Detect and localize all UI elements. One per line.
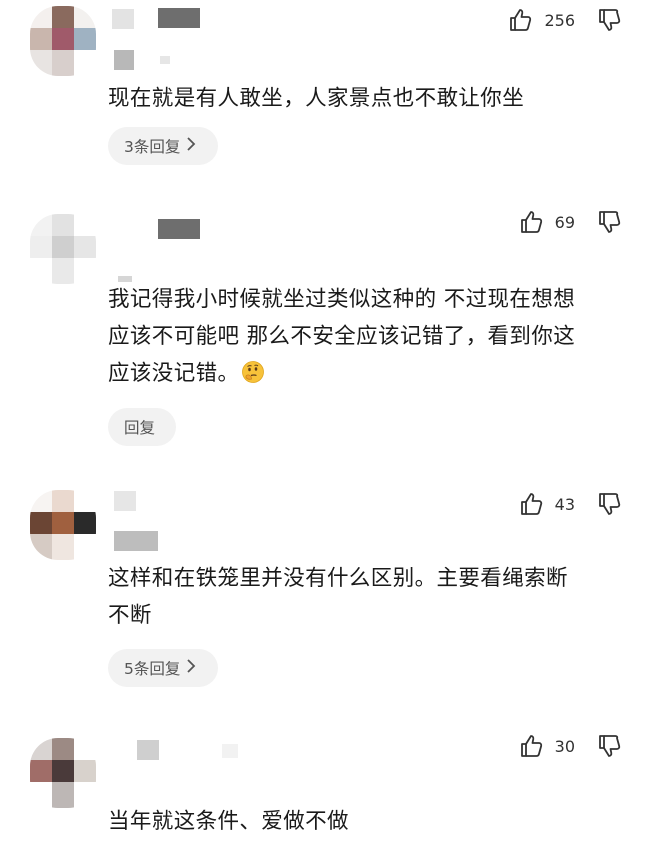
thinking-face-icon (241, 359, 265, 396)
user-badge-blurred (114, 50, 134, 70)
like-count: 30 (554, 736, 575, 756)
comment-text: 这样和在铁笼里并没有什么区别。主要看绳索断 不断 (108, 560, 629, 634)
like-button[interactable]: 69 (519, 209, 597, 235)
dislike-button[interactable] (597, 491, 623, 517)
like-count: 43 (554, 494, 575, 514)
comment-text-line: 这样和在铁笼里并没有什么区别。主要看绳索断 (108, 566, 568, 591)
avatar[interactable] (30, 6, 96, 76)
reply-count-label: 3条回复 (124, 138, 181, 156)
comment-actions: 43 (519, 490, 623, 518)
comment-text-segment: 应该没记错。 (108, 361, 240, 386)
reply-label: 回复 (124, 419, 156, 437)
dislike-button[interactable] (597, 733, 623, 759)
comment-text: 当年就这条件、爱做不做 (108, 809, 349, 834)
comment-text-line: 应该没记错。 (108, 355, 629, 396)
username-blurred[interactable] (158, 8, 200, 28)
thumbs-down-icon (597, 209, 623, 235)
avatar[interactable] (30, 214, 96, 284)
comment-actions: 69 (519, 208, 623, 236)
thumbs-up-icon (519, 491, 545, 517)
comment-text: 现在就是有人敢坐，人家景点也不敢让你坐 (108, 86, 525, 111)
thumbs-down-icon (597, 491, 623, 517)
thumbs-up-icon (519, 209, 545, 235)
thumbs-up-icon (508, 7, 534, 33)
comment-actions: 30 (519, 732, 623, 760)
thumbs-down-icon (597, 7, 623, 33)
comment-actions: 256 (508, 6, 623, 34)
reply-button[interactable]: 回复 (108, 408, 176, 446)
like-count: 256 (544, 10, 575, 30)
view-replies-button[interactable]: 3条回复 (108, 127, 218, 165)
user-badge-blurred (160, 56, 170, 64)
like-button[interactable]: 43 (519, 491, 597, 517)
comment-text-line: 应该不可能吧 那么不安全应该记错了，看到你这 (108, 324, 576, 349)
like-button[interactable]: 30 (519, 733, 597, 759)
reply-count-label: 5条回复 (124, 660, 181, 678)
view-replies-button[interactable]: 5条回复 (108, 649, 218, 687)
avatar[interactable] (30, 490, 96, 560)
thumbs-up-icon (519, 733, 545, 759)
dislike-button[interactable] (597, 7, 623, 33)
comment-text-line: 不断 (108, 603, 152, 628)
comment-text: 我记得我小时候就坐过类似这种的 不过现在想想 应该不可能吧 那么不安全应该记错了… (108, 281, 629, 396)
username-blurred[interactable] (222, 744, 238, 758)
like-button[interactable]: 256 (508, 7, 597, 33)
username-blurred[interactable] (158, 219, 200, 239)
user-badge-blurred (114, 531, 158, 551)
like-count: 69 (554, 212, 575, 232)
username-blurred[interactable] (112, 9, 134, 29)
thumbs-down-icon (597, 733, 623, 759)
comment-text-line: 我记得我小时候就坐过类似这种的 不过现在想想 (108, 287, 576, 312)
username-blurred[interactable] (137, 740, 159, 760)
chevron-right-icon (186, 659, 196, 677)
chevron-right-icon (186, 137, 196, 155)
username-blurred[interactable] (114, 491, 136, 511)
dislike-button[interactable] (597, 209, 623, 235)
avatar[interactable] (30, 738, 96, 808)
